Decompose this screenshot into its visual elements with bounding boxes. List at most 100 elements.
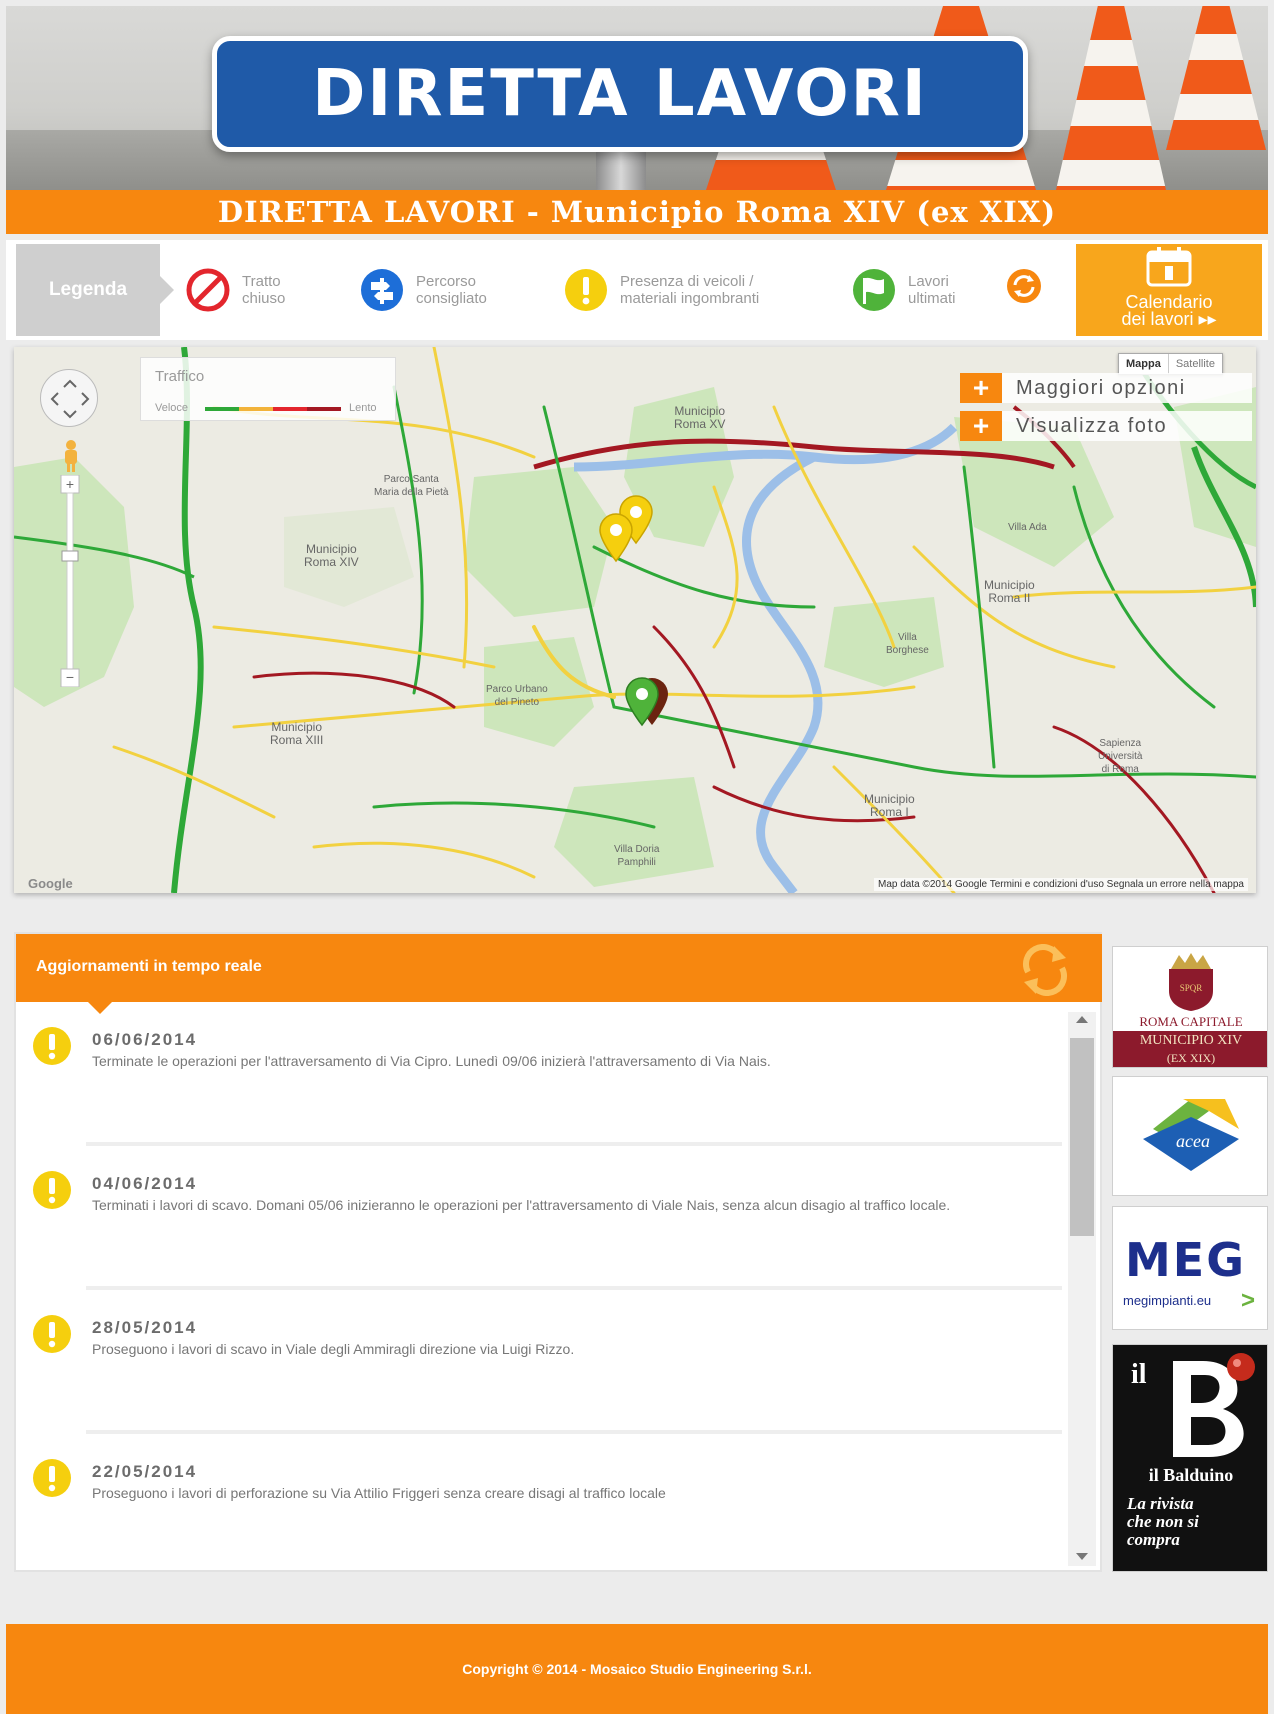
traffic-scale [205,407,341,411]
map-label: Parco Santa Maria della Pietà [374,474,449,498]
more-options-label: Maggiori opzioni [1002,373,1252,403]
balduino-mark: il [1131,1359,1147,1390]
updates-list[interactable]: 06/06/2014 Terminate le operazioni per l… [16,1002,1066,1572]
legend-item-update [1006,268,1042,304]
il-balduino-logo-icon: il [1113,1345,1267,1463]
google-logo: Google [28,876,73,891]
traffic-cone [1056,6,1166,190]
legend-item-completed: Lavori ultimati [852,268,988,312]
legend-item-vehicles: Presenza di veicoli / materiali ingombra… [564,268,830,312]
update-text: Proseguono i lavori di perforazione su V… [92,1485,666,1501]
map-type-map[interactable]: Mappa [1119,354,1169,374]
header-banner: DIRETTA LAVORI [6,6,1268,190]
traffic-fast-label: Veloce [155,402,189,414]
refresh-icon [1007,269,1041,303]
update-item: 28/05/2014 Proseguono i lavori di scavo … [16,1290,1066,1434]
map-label: Villa Borghese [886,632,929,656]
diretta-lavori-sign: DIRETTA LAVORI [212,36,1028,152]
map-view[interactable]: Municipio Roma XV Municipio Roma XIV Mun… [14,347,1256,893]
sponsor-acea[interactable]: acea [1112,1076,1268,1196]
refresh-icon[interactable] [1016,944,1074,996]
map-attribution[interactable]: Map data ©2014 Google Termini e condizio… [874,878,1248,891]
meg-url: megimpianti.eu [1123,1293,1212,1308]
map-label: Parco Urbano del Pineto [486,684,548,708]
chevron-right-icon: > [1241,1287,1256,1314]
updates-panel: Aggiornamenti in tempo reale 06/06/2014 … [14,932,1102,1572]
legend-bar: Legenda Tratto chiuso Percorso consiglia… [6,240,1268,340]
map-label: Municipio Roma XIII [270,720,324,747]
map-label: Sapienza Università di Roma [1098,738,1143,775]
calendar-button-label: Calendario dei lavori ▸▸ [1121,292,1217,329]
traffic-title: Traffico [155,368,205,385]
signpost-icon [361,269,403,311]
svg-text:−: − [66,669,74,685]
traffic-legend: Traffico Veloce Lento [140,357,396,421]
traffic-cone [1166,6,1266,150]
roma-ex-label: (EX XIX) [1166,1051,1216,1065]
meg-logo: MEG [1125,1233,1246,1287]
traffic-slow-label: Lento [349,402,377,414]
roma-capitale-label: ROMA CAPITALE [1113,1013,1267,1031]
map-type-control[interactable]: Mappa Satellite [1118,353,1223,375]
update-date: 04/06/2014 [92,1174,198,1193]
warning-icon [33,1459,71,1497]
map-label: Municipio Roma II [984,578,1035,605]
zoom-slider[interactable]: + − [60,475,80,687]
update-item: 04/06/2014 Terminati i lavori di scavo. … [16,1146,1066,1290]
balduino-slogan: La rivista che non si compra [1127,1494,1199,1549]
no-entry-icon [186,268,230,312]
plus-icon: + [960,411,1002,441]
update-text: Terminate le operazioni per l'attraversa… [92,1053,771,1069]
warning-icon [33,1027,71,1065]
copyright-text: Copyright © 2014 - Mosaico Studio Engine… [462,1661,812,1677]
map-pin-completed[interactable] [624,677,660,727]
map-label: Municipio Roma I [864,792,915,819]
balduino-name: il Balduino [1148,1465,1234,1485]
update-date: 22/05/2014 [92,1462,198,1481]
warning-icon [33,1315,71,1353]
plus-icon: + [960,373,1002,403]
svg-text:+: + [66,476,74,492]
street-view-pegman-icon[interactable] [62,439,80,473]
update-date: 06/06/2014 [92,1030,198,1049]
scroll-down-arrow-icon[interactable] [1076,1553,1088,1560]
update-date: 28/05/2014 [92,1318,198,1337]
update-item: 06/06/2014 Terminate le operazioni per l… [16,1002,1066,1146]
calendar-button[interactable]: Calendario dei lavori ▸▸ [1076,244,1262,336]
legend-item-label: Lavori ultimati [908,273,956,307]
update-item: 22/05/2014 Proseguono i lavori di perfor… [16,1434,1066,1572]
legend-label: Legenda [16,244,174,336]
sign-post [596,146,646,190]
more-options-button[interactable]: + Maggiori opzioni [960,373,1252,403]
scroll-up-arrow-icon[interactable] [1076,1016,1088,1023]
update-text: Proseguono i lavori di scavo in Viale de… [92,1341,575,1357]
pan-arrows-icon [50,379,90,419]
view-photo-label: Visualizza foto [1002,411,1252,441]
update-text: Terminati i lavori di scavo. Domani 05/0… [92,1197,951,1213]
updates-scrollbar[interactable] [1068,1012,1096,1566]
page-title: DIRETTA LAVORI - Municipio Roma XIV (ex … [217,195,1057,229]
footer: Copyright © 2014 - Mosaico Studio Engine… [6,1624,1268,1714]
pan-control[interactable] [40,369,98,427]
sign-text: DIRETTA LAVORI [312,57,928,131]
map-type-satellite[interactable]: Satellite [1169,354,1222,374]
view-photo-button[interactable]: + Visualizza foto [960,411,1252,441]
updates-header: Aggiornamenti in tempo reale [16,934,1102,1014]
map-label: Municipio Roma XIV [304,542,359,569]
acea-wordmark: acea [1176,1131,1210,1151]
sponsor-meg[interactable]: MEG megimpianti.eu > [1112,1206,1268,1330]
roma-municipio-label: MUNICIPIO XIV [1139,1033,1243,1048]
map-label: Municipio Roma XV [674,404,726,431]
map-pin-warning[interactable] [598,513,634,563]
map-label: Villa Doria Pamphili [614,844,660,868]
sponsor-il-balduino[interactable]: il il Balduino La rivista che non si com… [1112,1344,1268,1572]
calendar-icon [1146,247,1192,287]
map-label: Villa Ada [1008,522,1047,533]
updates-title: Aggiornamenti in tempo reale [36,958,262,975]
sponsor-roma-capitale[interactable]: SPQR ROMA CAPITALE MUNICIPIO XIV (EX XIX… [1112,946,1268,1068]
acea-logo-icon: acea [1143,1099,1239,1171]
scroll-thumb[interactable] [1070,1038,1094,1236]
warning-icon [565,269,607,311]
warning-icon [33,1171,71,1209]
legend-item-label: Presenza di veicoli / materiali ingombra… [620,273,760,307]
